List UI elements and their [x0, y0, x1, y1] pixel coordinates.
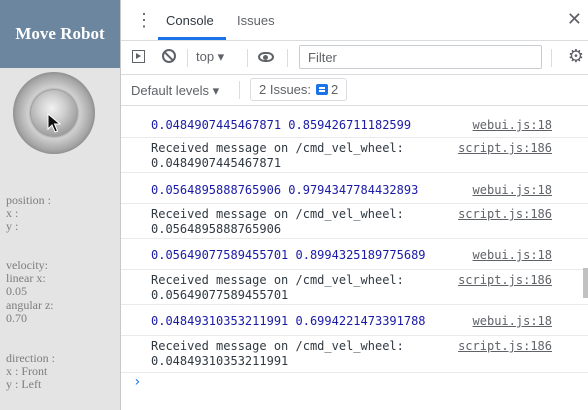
- direction-x: x : Front: [6, 364, 48, 378]
- console-log: 0.0484907445467871 0.859426711182599 web…: [121, 106, 588, 410]
- linear-x-value: 0.05: [6, 284, 27, 298]
- source-link[interactable]: webui.js:18: [473, 118, 552, 132]
- log-entry: Received message on /cmd_vel_wheel: 0.05…: [121, 270, 588, 305]
- source-link[interactable]: webui.js:18: [473, 314, 552, 328]
- position-y: y :: [6, 219, 19, 233]
- devtools-tabbar: ⋮ Console Issues ✕: [121, 0, 588, 41]
- log-message: 0.04849310353211991 0.6994221473391788: [151, 314, 426, 328]
- source-link[interactable]: webui.js:18: [473, 248, 552, 262]
- linear-x-label: linear x:: [6, 271, 46, 285]
- close-icon[interactable]: ✕: [567, 9, 582, 30]
- divider: [287, 49, 288, 67]
- log-message: 0.0564895888765906 0.9794347784432893: [151, 183, 419, 197]
- log-message: 0.0484907445467871 0.859426711182599: [151, 118, 412, 132]
- source-link[interactable]: script.js:186: [458, 141, 552, 155]
- log-levels-dropdown[interactable]: Default levels ▾: [131, 83, 219, 99]
- log-entry: 0.0484907445467871 0.859426711182599 web…: [121, 106, 588, 138]
- log-entry: Received message on /cmd_vel_wheel: 0.04…: [121, 336, 588, 373]
- source-link[interactable]: webui.js:18: [473, 183, 552, 197]
- angular-z-value: 0.70: [6, 311, 27, 325]
- message-icon: [316, 84, 329, 95]
- divider: [187, 49, 188, 67]
- log-entry: Received message on /cmd_vel_wheel: 0.05…: [121, 204, 588, 239]
- more-options-icon[interactable]: ⋮: [135, 11, 153, 29]
- clear-console-icon[interactable]: [162, 49, 176, 63]
- console-toolbar: top ▾ ⚙: [121, 41, 588, 75]
- position-label: position :: [6, 193, 52, 207]
- angular-z-label: angular z:: [6, 298, 54, 312]
- scrollbar-thumb[interactable]: [583, 268, 588, 298]
- sidebar-toggle-icon[interactable]: [132, 50, 145, 63]
- log-message: 0.05649077589455701 0.8994325189775689: [151, 248, 426, 262]
- divider: [239, 81, 240, 99]
- log-entry: 0.04849310353211991 0.6994221473391788 w…: [121, 305, 588, 336]
- log-entry: Received message on /cmd_vel_wheel: 0.04…: [121, 138, 588, 173]
- filter-input[interactable]: [299, 45, 542, 69]
- tab-issues[interactable]: Issues: [237, 13, 275, 28]
- direction-y: y : Left: [6, 377, 42, 391]
- live-expression-eye-icon[interactable]: [258, 52, 274, 62]
- console-prompt[interactable]: ›: [133, 374, 141, 390]
- app-title: Move Robot: [0, 0, 120, 68]
- log-entry: 0.0564895888765906 0.9794347784432893 we…: [121, 173, 588, 204]
- source-link[interactable]: script.js:186: [458, 207, 552, 221]
- source-link[interactable]: script.js:186: [458, 339, 552, 353]
- context-selector[interactable]: top ▾: [196, 49, 224, 65]
- log-message: Received message on /cmd_vel_wheel: 0.04…: [151, 141, 404, 170]
- source-link[interactable]: script.js:186: [458, 273, 552, 287]
- velocity-label: velocity:: [6, 258, 48, 272]
- mouse-pointer-icon: [47, 113, 61, 133]
- devtools-pane: ⋮ Console Issues ✕ top ▾ ⚙ Default level…: [121, 0, 588, 410]
- log-message: Received message on /cmd_vel_wheel: 0.05…: [151, 207, 404, 236]
- active-tab-indicator: [158, 37, 226, 40]
- position-x: x :: [6, 206, 19, 220]
- issues-label: 2 Issues:: [259, 82, 312, 97]
- log-entry: 0.05649077589455701 0.8994325189775689 w…: [121, 239, 588, 270]
- log-message: Received message on /cmd_vel_wheel: 0.05…: [151, 273, 404, 302]
- gear-icon[interactable]: ⚙: [568, 46, 584, 67]
- issues-count: 2: [331, 82, 339, 97]
- issues-button[interactable]: 2 Issues: 2: [250, 78, 348, 101]
- robot-control-panel: Move Robot position : x : y : velocity: …: [0, 0, 121, 410]
- log-message: Received message on /cmd_vel_wheel: 0.04…: [151, 339, 404, 368]
- tab-console[interactable]: Console: [166, 13, 214, 28]
- divider: [551, 49, 552, 67]
- direction-label: direction :: [6, 351, 55, 365]
- console-toolbar-secondary: Default levels ▾ 2 Issues: 2: [121, 75, 588, 106]
- divider: [247, 49, 248, 67]
